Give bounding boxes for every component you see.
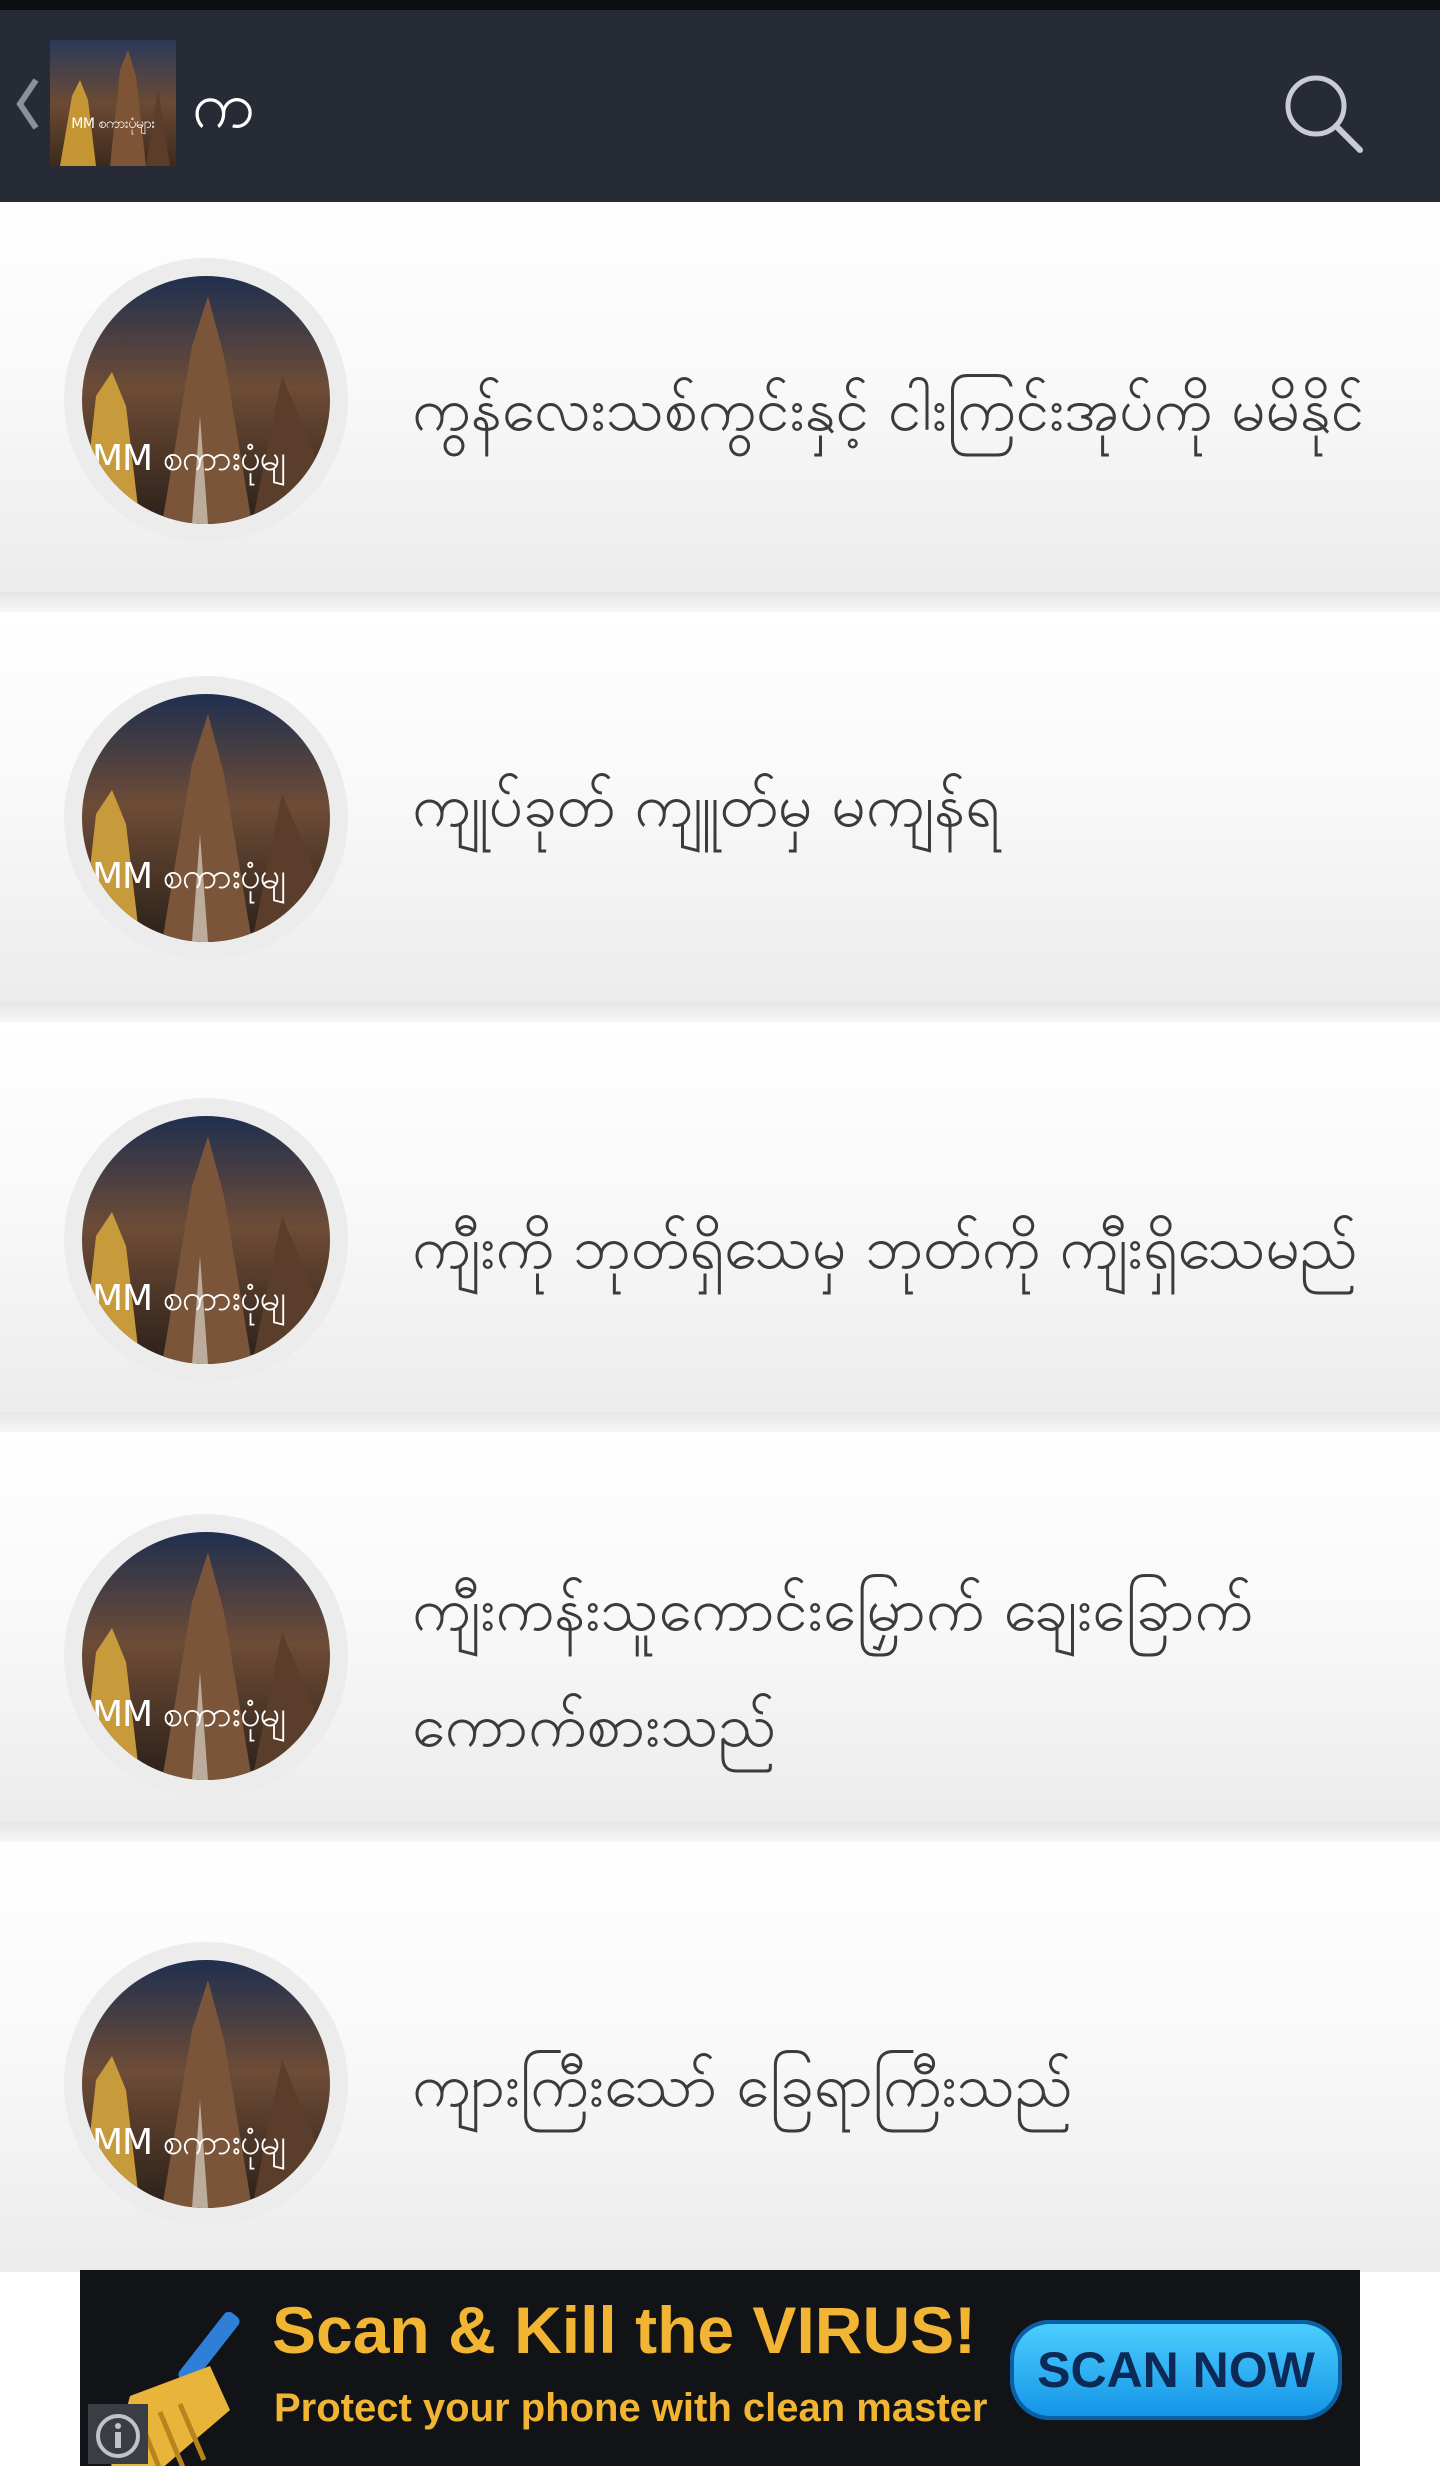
- list-item-title: ကျားကြီးသော် ခြေရာကြီးသည်: [412, 2051, 1073, 2121]
- status-strip: [0, 0, 1440, 10]
- thumbnail-caption: MM စကားပုံမျ: [92, 856, 286, 897]
- list-item[interactable]: MM စကားပုံမျ ကွန်လေးသစ်ကွင်းနှင့် ငါးကြင…: [0, 202, 1440, 592]
- thumbnail-image: MM စကားပုံမျ: [82, 1532, 330, 1780]
- list-item[interactable]: MM စကားပုံမျ ကျားကြီးသော် ခြေရာကြီးသည်: [0, 1842, 1440, 2272]
- chevron-left-icon[interactable]: [12, 74, 42, 134]
- list-item-title: ကျီးကန်းသူကောင်းမြှောက် ချေးခြောက် ကောက်…: [412, 1575, 1254, 1761]
- thumbnail-caption: MM စကားပုံမျ: [92, 1278, 286, 1319]
- ad-headline: Scan & Kill the VIRUS!: [272, 2293, 977, 2367]
- page-title: က: [192, 69, 255, 143]
- info-icon[interactable]: [88, 2404, 148, 2464]
- ad-banner[interactable]: Scan & Kill the VIRUS! Protect your phon…: [80, 2270, 1360, 2466]
- thumbnail-image: MM စကားပုံမျ: [82, 1960, 330, 2208]
- thumbnail: MM စကားပုံမျ: [64, 1514, 348, 1798]
- search-icon[interactable]: [1278, 68, 1368, 158]
- thumbnail: MM စကားပုံမျ: [64, 676, 348, 960]
- logo-caption: MM စကားပုံများ: [71, 116, 155, 132]
- scan-now-button[interactable]: SCAN NOW: [1010, 2320, 1342, 2420]
- divider: [0, 1412, 1440, 1432]
- app-logo[interactable]: MM စကားပုံများ: [50, 40, 176, 166]
- list-item[interactable]: MM စကားပုံမျ ကျီးကန်းသူကောင်းမြှောက် ချေ…: [0, 1432, 1440, 1822]
- list-item-title: ကျုပ်ခုတ် ကျူတ်မှ မကျန်ရ: [412, 771, 1000, 841]
- list-item[interactable]: MM စကားပုံမျ ကျုပ်ခုတ် ကျူတ်မှ မကျန်ရ: [0, 612, 1440, 1002]
- thumbnail-image: MM စကားပုံမျ: [82, 694, 330, 942]
- thumbnail-caption: MM စကားပုံမျ: [92, 438, 286, 479]
- thumbnail-image: MM စကားပုံမျ: [82, 1116, 330, 1364]
- thumbnail: MM စကားပုံမျ: [64, 258, 348, 542]
- thumbnail-caption: MM စကားပုံမျ: [92, 1694, 286, 1735]
- thumbnail: MM စကားပုံမျ: [64, 1942, 348, 2226]
- thumbnail-caption: MM စကားပုံမျ: [92, 2122, 286, 2163]
- list-item-title: ကွန်လေးသစ်ကွင်းနှင့် ငါးကြင်းအုပ်ကို မမိ…: [412, 375, 1365, 445]
- ad-subline: Protect your phone with clean master: [274, 2386, 988, 2430]
- divider: [0, 1002, 1440, 1022]
- list-item[interactable]: MM စကားပုံမျ ကျီးကို ဘုတ်ရှိသေမှ ဘုတ်ကို…: [0, 1022, 1440, 1412]
- divider: [0, 1822, 1440, 1842]
- divider: [0, 592, 1440, 612]
- list-item-title: ကျီးကို ဘုတ်ရှိသေမှ ဘုတ်ကို ကျီးရှိသေမည်: [412, 1213, 1358, 1283]
- thumbnail-image: MM စကားပုံမျ: [82, 276, 330, 524]
- thumbnail: MM စကားပုံမျ: [64, 1098, 348, 1382]
- app-bar: MM စကားပုံများ က: [0, 10, 1440, 202]
